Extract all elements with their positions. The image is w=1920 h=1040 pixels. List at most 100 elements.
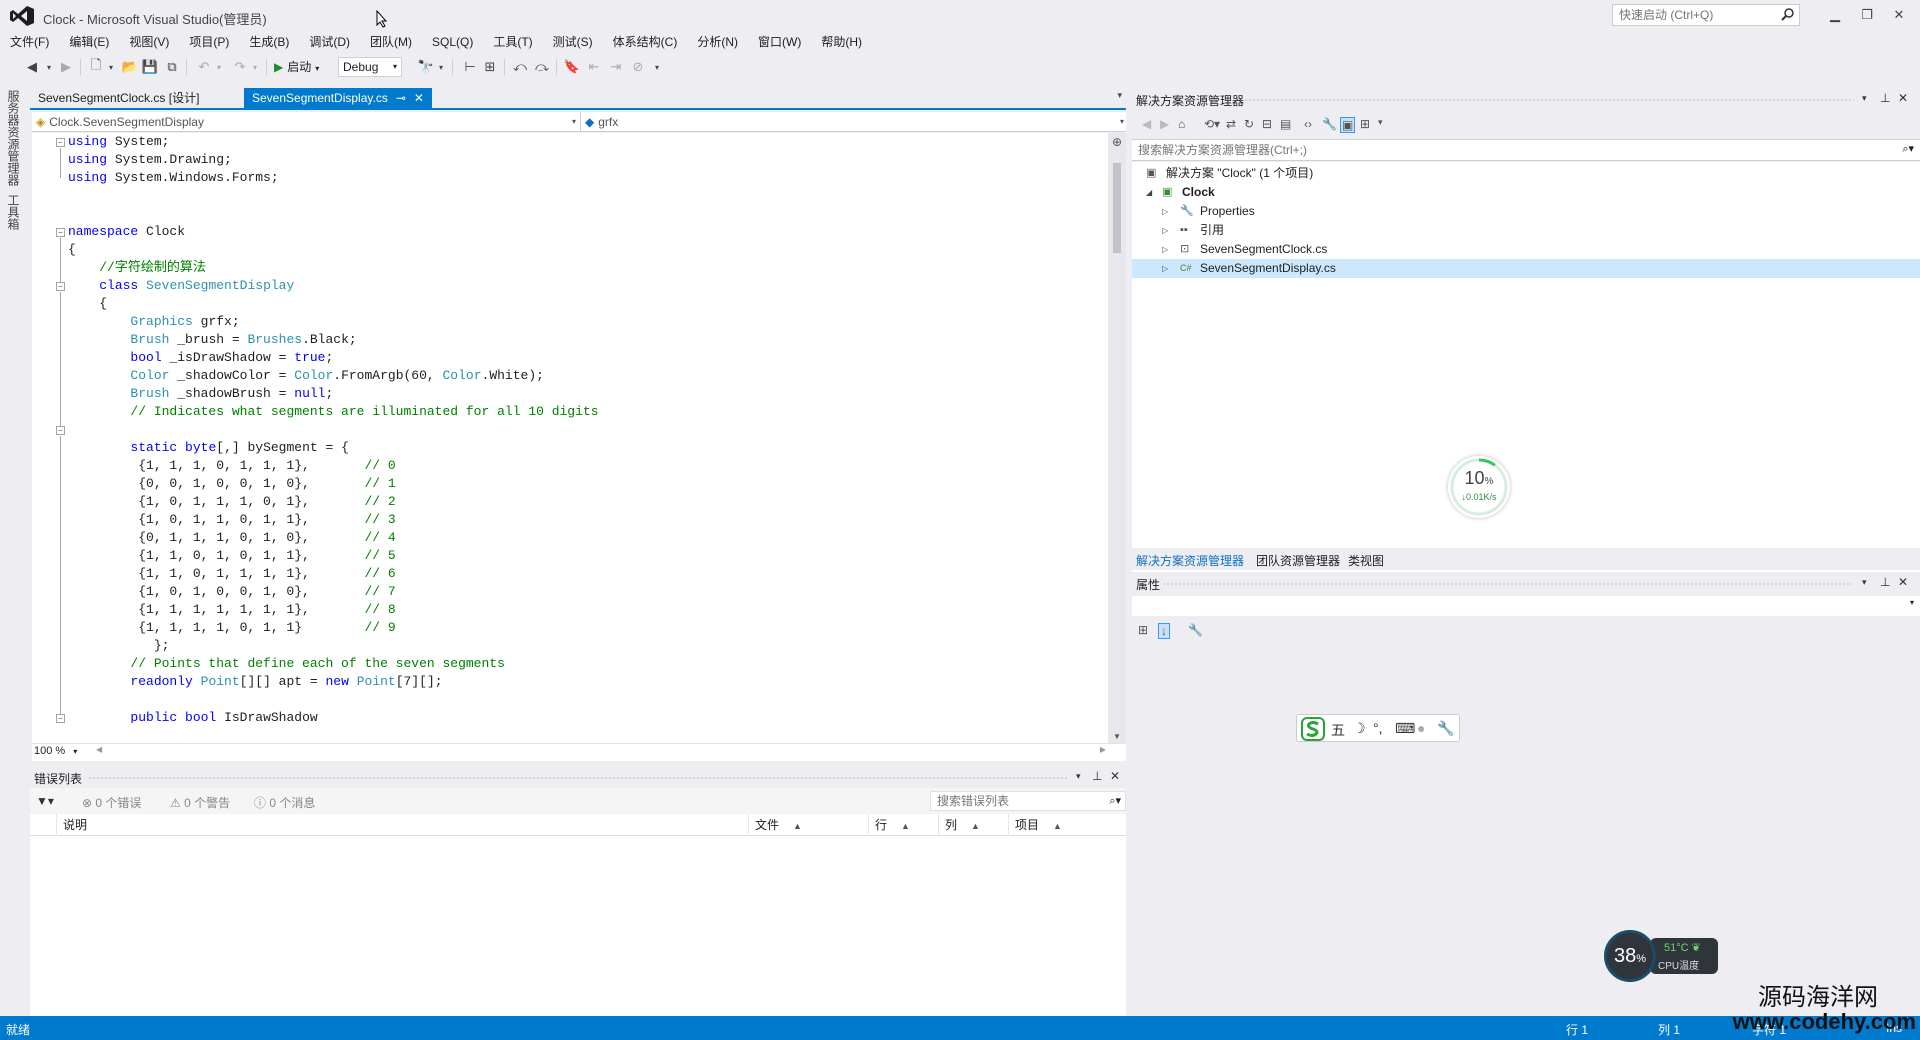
user-icon[interactable]: ● [1417, 720, 1425, 736]
refresh-icon[interactable]: ↻ [1244, 117, 1254, 131]
align-center-icon[interactable]: ⊞ [482, 57, 498, 77]
wrench-icon[interactable]: 🔧 [1437, 720, 1454, 737]
type-dropdown[interactable]: ◈ Clock.SevenSegmentDisplay ▾ [32, 112, 578, 132]
toolbox-tab[interactable]: 工具箱 [6, 194, 22, 230]
horizontal-scrollbar[interactable]: ◀ ▶ [96, 745, 1106, 758]
server-explorer-tab[interactable]: 服务器资源管理器 [6, 90, 22, 186]
save-icon[interactable]: 💾 [142, 57, 158, 77]
collapse-all-icon[interactable]: ⊟ [1262, 117, 1272, 131]
code-line[interactable]: using System.Windows.Forms; [68, 169, 1106, 187]
open-file-icon[interactable]: 📂 [122, 57, 138, 77]
menu-item[interactable]: 调试(D) [299, 32, 360, 52]
categorized-icon[interactable]: ⊞ [1138, 623, 1148, 637]
alphabetical-icon[interactable]: ↓ [1158, 623, 1170, 639]
panel-dropdown-icon[interactable]: ▾ [1862, 577, 1867, 588]
code-line[interactable]: public bool IsDrawShadow [68, 709, 1106, 723]
code-line[interactable] [68, 187, 1106, 205]
pin-icon[interactable]: ⊥ [1880, 575, 1890, 589]
sync-icon[interactable]: ⇄ [1226, 117, 1236, 131]
navigate-forward-icon[interactable]: ▶ [58, 57, 74, 77]
tree-item-sevensegmentclock[interactable]: ▷ ⊡ SevenSegmentClock.cs [1132, 240, 1920, 259]
filter-icon[interactable]: ▼▾ [36, 794, 54, 808]
code-line[interactable]: {1, 1, 1, 0, 1, 1, 1}, // 0 [68, 457, 1106, 475]
tab-team-explorer[interactable]: 团队资源管理器 [1256, 552, 1340, 569]
pin-icon[interactable]: ⊸ [396, 91, 406, 105]
code-line[interactable]: readonly Point[][] apt = new Point[7][]; [68, 673, 1106, 691]
view-code-icon[interactable]: ‹› [1304, 117, 1312, 131]
moon-icon[interactable]: ☽ [1353, 720, 1366, 737]
panel-dropdown-icon[interactable]: ▾ [1076, 771, 1081, 782]
expanded-arrow-icon[interactable]: ◢ [1146, 183, 1152, 202]
tree-item-properties[interactable]: ▷ 🔧 Properties [1132, 202, 1920, 221]
column-description[interactable]: 说明 [56, 814, 748, 836]
collapsed-arrow-icon[interactable]: ▷ [1162, 221, 1168, 240]
code-line[interactable]: Brush _shadowBrush = null; [68, 385, 1106, 403]
tab-sevensegmentdisplay[interactable]: SevenSegmentDisplay.cs ⊸ ✕ [244, 88, 432, 108]
bookmark-icon[interactable]: 🔖 [564, 57, 580, 77]
scroll-right-icon[interactable]: ▶ [1100, 745, 1106, 754]
collapsed-arrow-icon[interactable]: ▷ [1162, 259, 1168, 278]
tab-sevensegmentclock-design[interactable]: SevenSegmentClock.cs [设计] [30, 88, 207, 108]
keyboard-icon[interactable]: ⌨ [1395, 720, 1415, 737]
tree-item-solution[interactable]: ▣ 解决方案 "Clock" (1 个项目) [1132, 164, 1920, 183]
column-file[interactable]: 文件 ▲ [748, 814, 868, 836]
code-line[interactable]: Graphics grfx; [68, 313, 1106, 331]
close-icon[interactable]: ✕ [1898, 91, 1908, 105]
code-line[interactable]: Color _shadowColor = Color.FromArgb(60, … [68, 367, 1106, 385]
tree-item-references[interactable]: ▷ ▪▪ 引用 [1132, 221, 1920, 240]
undo-dropdown-icon[interactable]: ▾ [214, 57, 224, 77]
minimize-button[interactable]: ▁ [1820, 4, 1850, 26]
code-line[interactable]: class SevenSegmentDisplay [68, 277, 1106, 295]
redo-icon[interactable]: ↷ [232, 57, 248, 77]
scroll-left-icon[interactable]: ◀ [96, 745, 102, 754]
properties-object-combo[interactable]: ▾ [1132, 596, 1920, 616]
menu-item[interactable]: SQL(Q) [422, 32, 483, 52]
quick-launch-input[interactable] [1613, 5, 1773, 25]
pin-icon[interactable]: ⊥ [1092, 769, 1102, 783]
error-search-box[interactable]: ⌕▾ [930, 791, 1126, 811]
collapse-namespace-icon[interactable]: − [56, 228, 65, 237]
messages-filter-button[interactable]: ⓘ 0 个消息 [254, 794, 315, 811]
search-icon[interactable]: ⌕▾ [1109, 794, 1121, 808]
code-line[interactable] [68, 205, 1106, 223]
code-line[interactable]: using System.Drawing; [68, 151, 1106, 169]
column-line[interactable]: 行 ▲ [868, 814, 938, 836]
cpu-monitor-widget[interactable]: 51°C ❦ CPU温度 38% [1604, 930, 1720, 982]
search-icon[interactable] [1781, 7, 1795, 21]
code-text[interactable]: using System; using System.Drawing; using … [68, 133, 1106, 723]
solution-search-box[interactable]: ⌕▾ [1132, 139, 1920, 161]
code-line[interactable]: namespace Clock [68, 223, 1106, 241]
network-monitor-widget[interactable]: 10% ↓0.01K/s [1448, 456, 1510, 518]
solution-configuration-combo[interactable]: Debug ▾ [338, 57, 402, 77]
input-mode-indicator[interactable]: 五 [1331, 720, 1345, 740]
vertical-scrollbar[interactable]: ⊕ ▼ [1108, 133, 1126, 743]
clear-bookmarks-icon[interactable]: ⊘ [630, 57, 646, 77]
code-line[interactable]: {1, 1, 1, 1, 0, 1, 1} // 9 [68, 619, 1106, 637]
tree-item-sevensegmentdisplay[interactable]: ▷ C# SevenSegmentDisplay.cs [1132, 259, 1920, 278]
start-debugging-button[interactable]: ▶ 启动 ▾ [274, 57, 319, 77]
errors-filter-button[interactable]: ⊗ 0 个错误 [82, 794, 141, 811]
menu-item[interactable]: 测试(S) [543, 32, 603, 52]
code-line[interactable]: bool _isDrawShadow = true; [68, 349, 1106, 367]
new-project-icon[interactable]: 🗋 [88, 57, 104, 77]
properties-icon[interactable]: 🔧 [1322, 117, 1337, 131]
align-left-icon[interactable]: ⊢ [462, 57, 478, 77]
history-icon[interactable]: ⟲▾ [1204, 117, 1220, 131]
code-line[interactable]: // Indicates what segments are illuminat… [68, 403, 1106, 421]
scrollbar-thumb[interactable] [1113, 163, 1121, 253]
column-project[interactable]: 项目 ▲ [1008, 814, 1126, 836]
code-line[interactable]: static byte[,] bySegment = { [68, 439, 1106, 457]
ime-toolbar[interactable]: 五 ☽ °, ⌨ ● 🔧 [1296, 714, 1460, 742]
collapse-property-icon[interactable]: − [56, 714, 65, 723]
punctuation-icon[interactable]: °, [1373, 720, 1383, 736]
back-dropdown-icon[interactable]: ▾ [44, 57, 54, 77]
preview-selected-icon[interactable]: ▣ [1340, 117, 1356, 133]
code-line[interactable]: {0, 0, 1, 0, 0, 1, 0}, // 1 [68, 475, 1106, 493]
error-search-input[interactable] [931, 792, 1091, 810]
comment-out-icon[interactable]: ⤺ [512, 57, 528, 77]
search-icon[interactable]: ⌕▾ [1902, 142, 1914, 156]
home-icon[interactable]: ⌂ [1178, 117, 1185, 131]
solution-search-input[interactable] [1132, 140, 1832, 160]
code-line[interactable]: Brush _brush = Brushes.Black; [68, 331, 1106, 349]
tab-solution-explorer[interactable]: 解决方案资源管理器 [1136, 552, 1244, 569]
